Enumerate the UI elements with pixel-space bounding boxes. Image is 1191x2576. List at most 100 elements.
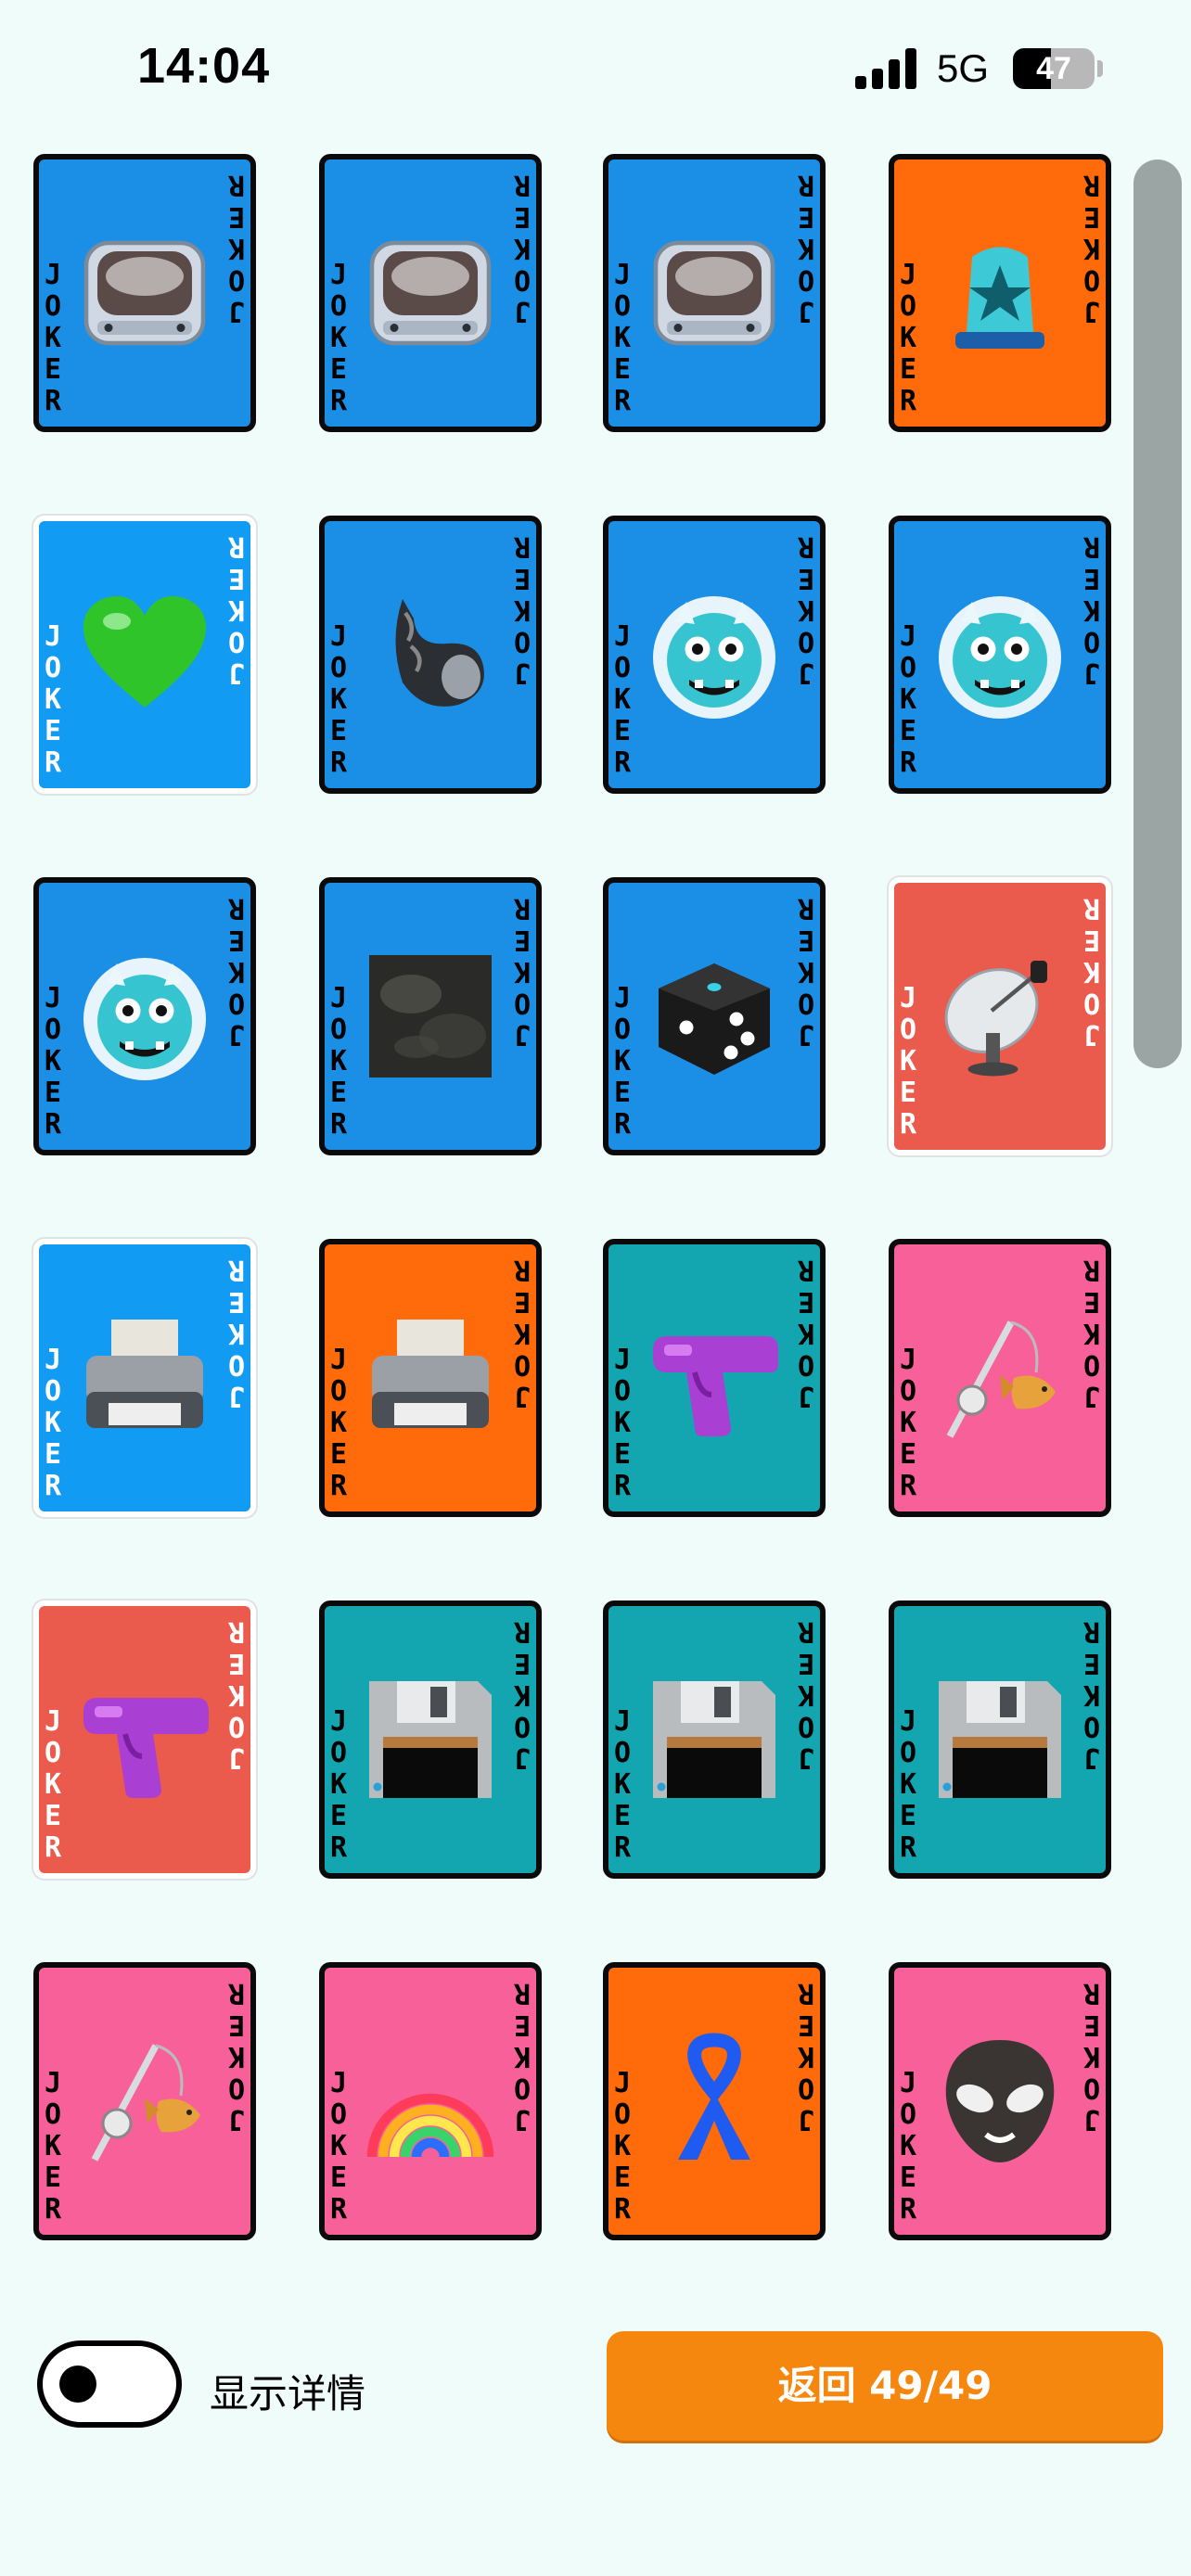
ribbon-icon [645,2032,784,2171]
card-label-left: JOKER [614,2067,632,2225]
card-label-left: JOKER [45,259,62,417]
back-button[interactable]: 返回 49/49 [607,2331,1163,2441]
card-label-left: JOKER [614,1344,632,1502]
joker-card[interactable]: JOKER JOKER [33,1600,256,1879]
fishing-pole-icon [930,1308,1069,1447]
card-label-right: JOKER [513,530,531,689]
card-label-left: JOKER [45,982,62,1141]
printer-icon [361,1308,500,1447]
floppy-disk-icon [645,1670,784,1809]
card-label-left: JOKER [900,982,917,1141]
card-label-right: JOKER [513,169,531,327]
card-label-left: JOKER [900,259,917,417]
card-label-right: JOKER [797,530,814,689]
card-label-left: JOKER [330,1344,348,1502]
card-label-right: JOKER [227,1254,245,1412]
card-label-left: JOKER [45,1344,62,1502]
joker-card[interactable]: JOKER JOKER [603,1239,826,1517]
scrollbar-thumb[interactable] [1133,159,1182,1068]
card-label-right: JOKER [1082,530,1100,689]
card-label-right: JOKER [797,169,814,327]
joker-card[interactable]: JOKER JOKER [319,1600,542,1879]
green-heart-icon [75,585,214,724]
ogre-mask-icon [930,585,1069,724]
ogre-mask-icon [75,947,214,1086]
joker-card[interactable]: JOKER JOKER [603,154,826,432]
card-label-right: JOKER [797,1615,814,1774]
joker-card[interactable]: JOKER JOKER [603,1962,826,2240]
tv-icon [75,223,214,363]
card-label-right: JOKER [227,1615,245,1774]
card-label-right: JOKER [797,892,814,1051]
card-label-left: JOKER [900,1705,917,1864]
card-label-right: JOKER [1082,1977,1100,2136]
card-label-left: JOKER [45,2067,62,2225]
card-label-right: JOKER [797,1254,814,1412]
rainbow-icon [361,2032,500,2171]
card-label-right: JOKER [1082,169,1100,327]
card-label-left: JOKER [900,2067,917,2225]
water-pistol-icon [75,1670,214,1809]
joker-card[interactable]: JOKER JOKER [33,154,256,432]
joker-card[interactable]: JOKER JOKER [603,516,826,794]
card-grid: JOKER JOKER JOKER JOKER JOKER JOKER JOKER JOKER… [0,0,1191,2318]
ogre-mask-icon [645,585,784,724]
siren-icon [930,223,1069,363]
joker-card[interactable]: JOKER JOKER [603,877,826,1155]
joker-card[interactable]: JOKER JOKER [33,516,256,794]
joker-card[interactable]: JOKER JOKER [319,154,542,432]
tv-icon [645,223,784,363]
card-label-right: JOKER [227,530,245,689]
card-label-left: JOKER [45,1705,62,1864]
rock-icon [361,947,500,1086]
joker-card[interactable]: JOKER JOKER [889,1600,1111,1879]
joker-card[interactable]: JOKER JOKER [889,1962,1111,2240]
card-label-right: JOKER [1082,1254,1100,1412]
card-label-left: JOKER [330,2067,348,2225]
card-label-left: JOKER [330,259,348,417]
joker-card[interactable]: JOKER JOKER [889,516,1111,794]
card-label-right: JOKER [513,1977,531,2136]
show-details-toggle[interactable] [37,2340,182,2428]
joker-card[interactable]: JOKER JOKER [319,1239,542,1517]
joker-card[interactable]: JOKER JOKER [319,1962,542,2240]
joker-card[interactable]: JOKER JOKER [33,877,256,1155]
card-label-right: JOKER [227,169,245,327]
card-label-right: JOKER [227,1977,245,2136]
floppy-disk-icon [930,1670,1069,1809]
card-label-left: JOKER [45,620,62,779]
card-label-left: JOKER [900,1344,917,1502]
water-pistol-icon [645,1308,784,1447]
dice-icon [645,947,784,1086]
card-label-left: JOKER [614,620,632,779]
card-label-left: JOKER [614,259,632,417]
printer-icon [75,1308,214,1447]
card-label-right: JOKER [227,892,245,1051]
card-label-left: JOKER [900,620,917,779]
satellite-dish-icon [930,947,1069,1086]
show-details-label: 显示详情 [210,2371,366,2417]
card-label-left: JOKER [330,982,348,1141]
card-label-right: JOKER [797,1977,814,2136]
tv-icon [361,223,500,363]
joker-card[interactable]: JOKER JOKER [33,1239,256,1517]
floppy-disk-icon [361,1670,500,1809]
joker-card[interactable]: JOKER JOKER [889,877,1111,1155]
joker-card[interactable]: JOKER JOKER [319,877,542,1155]
joker-card[interactable]: JOKER JOKER [889,154,1111,432]
alien-icon [930,2032,1069,2171]
joker-card[interactable]: JOKER JOKER [889,1239,1111,1517]
card-label-left: JOKER [614,1705,632,1864]
joker-card[interactable]: JOKER JOKER [33,1962,256,2240]
card-label-left: JOKER [614,982,632,1141]
toggle-knob [59,2366,96,2403]
card-label-right: JOKER [513,892,531,1051]
card-label-left: JOKER [330,1705,348,1864]
joker-card[interactable]: JOKER JOKER [603,1600,826,1879]
card-label-right: JOKER [513,1254,531,1412]
spiral-shell-icon [361,585,500,724]
card-label-left: JOKER [330,620,348,779]
card-label-right: JOKER [513,1615,531,1774]
joker-card[interactable]: JOKER JOKER [319,516,542,794]
card-label-right: JOKER [1082,1615,1100,1774]
